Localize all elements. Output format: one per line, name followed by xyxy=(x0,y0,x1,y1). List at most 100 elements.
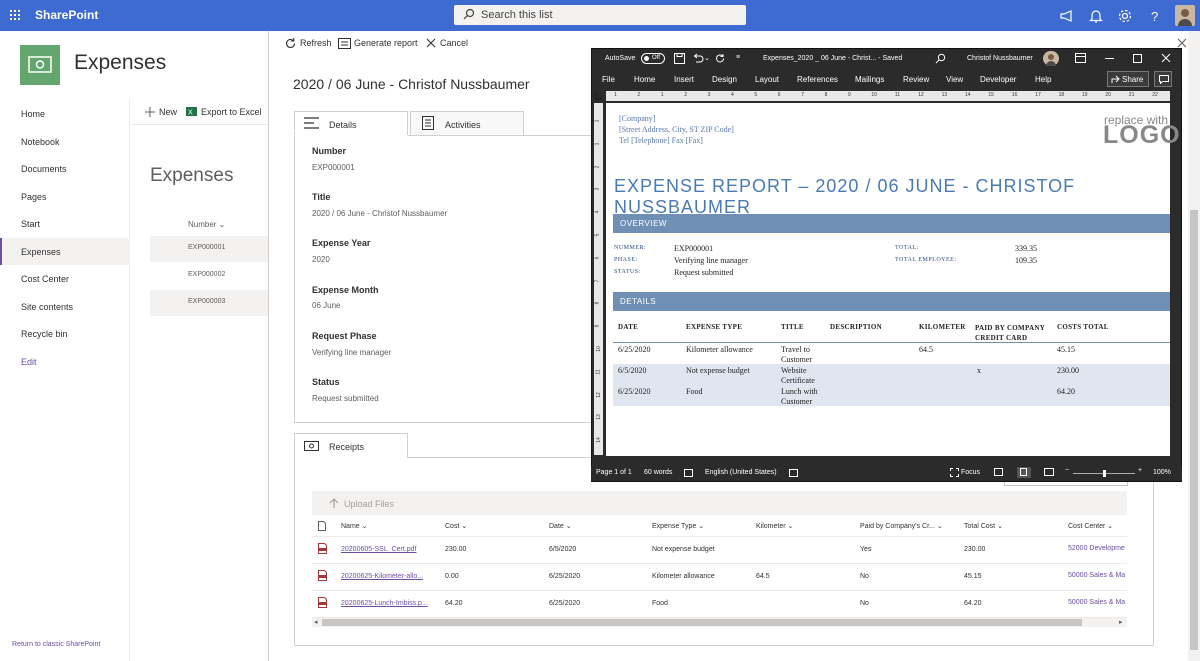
word-close-icon[interactable] xyxy=(1161,53,1171,63)
receipt-file-link[interactable]: 20200625-Kilometer-allo... xyxy=(341,573,423,580)
scroll-left-arrow-icon[interactable]: ◂ xyxy=(314,618,318,626)
cost-center-link[interactable]: 50000 Sales & Ma xyxy=(1068,572,1125,579)
web-layout-icon[interactable] xyxy=(1044,468,1054,476)
table-row[interactable] xyxy=(312,564,1127,591)
focus-button[interactable]: Focus xyxy=(961,469,980,476)
receipt-file-link[interactable]: 20200625-Lunch-Imbiss.p... xyxy=(341,600,428,607)
cell-cost-center[interactable]: 52000 Developme xyxy=(1068,545,1125,552)
cell-name[interactable]: 20200605-SSL_Cert.pdf xyxy=(341,546,417,553)
menu-file[interactable]: File xyxy=(602,75,615,84)
ribbon-display-icon[interactable] xyxy=(1075,53,1086,63)
megaphone-icon[interactable] xyxy=(1057,6,1077,26)
upload-files-button[interactable]: Upload Files xyxy=(344,499,394,509)
menu-mailings[interactable]: Mailings xyxy=(855,75,884,84)
menu-view[interactable]: View xyxy=(946,75,963,84)
receipts-icon xyxy=(304,440,319,452)
menu-developer[interactable]: Developer xyxy=(980,75,1016,84)
column-header-date[interactable]: Date ⌄ xyxy=(549,522,572,530)
nav-item-documents[interactable]: Documents xyxy=(21,164,67,174)
undo-dropdown-icon[interactable]: ⌄ xyxy=(704,54,710,62)
customize-toolbar-icon[interactable]: ≡ xyxy=(736,54,740,61)
app-launcher-icon[interactable] xyxy=(0,0,30,31)
nav-item-pages[interactable]: Pages xyxy=(21,192,47,202)
cancel-button[interactable]: Cancel xyxy=(440,38,468,48)
menu-insert[interactable]: Insert xyxy=(674,75,694,84)
edit-nav-link[interactable]: Edit xyxy=(21,357,37,367)
autosave-toggle[interactable]: Off xyxy=(641,53,665,64)
search-box[interactable]: Search this list xyxy=(454,5,746,25)
list-cell-number[interactable]: EXP000003 xyxy=(188,298,225,305)
undo-icon[interactable] xyxy=(692,53,704,64)
page-count[interactable]: Page 1 of 1 xyxy=(596,469,632,476)
redo-icon[interactable] xyxy=(715,53,726,64)
column-header-paid-by-company[interactable]: Paid by Company's Cr... ⌄ xyxy=(860,522,943,530)
menu-references[interactable]: References xyxy=(797,75,838,84)
column-header-expense-type[interactable]: Expense Type ⌄ xyxy=(652,522,704,530)
nav-item-site-contents[interactable]: Site contents xyxy=(21,302,73,312)
user-avatar[interactable] xyxy=(1175,5,1195,26)
save-icon[interactable] xyxy=(674,53,685,64)
column-header-name[interactable]: Name ⌄ xyxy=(341,522,368,530)
zoom-level[interactable]: 100% xyxy=(1153,469,1171,476)
maximize-icon[interactable] xyxy=(1133,54,1142,63)
cell-date: 6/5/2020 xyxy=(549,546,577,553)
tab-selector-icon[interactable] xyxy=(595,93,602,100)
table-row[interactable] xyxy=(312,537,1127,564)
zoom-in-icon[interactable]: + xyxy=(1138,467,1142,474)
cost-center-link[interactable]: 52000 Developme xyxy=(1068,545,1125,552)
menu-layout[interactable]: Layout xyxy=(755,75,779,84)
export-to-excel-button[interactable]: Export to Excel xyxy=(201,107,262,117)
number-column-header[interactable]: Number ⌄ xyxy=(188,220,225,229)
print-layout-icon[interactable] xyxy=(1017,467,1031,478)
classic-sharepoint-link[interactable]: Return to classic SharePoint xyxy=(12,641,100,648)
proofing-icon[interactable] xyxy=(684,469,693,477)
nav-item-expenses[interactable]: Expenses xyxy=(0,238,130,265)
gear-icon[interactable] xyxy=(1115,6,1135,26)
refresh-button[interactable]: Refresh xyxy=(300,38,332,48)
nav-item-start[interactable]: Start xyxy=(21,219,40,229)
column-header-cost[interactable]: Cost ⌄ xyxy=(445,522,467,530)
share-button[interactable]: Share xyxy=(1107,71,1149,87)
column-header-cost-center[interactable]: Cost Center ⌄ xyxy=(1068,522,1113,530)
help-icon[interactable]: ? xyxy=(1145,6,1165,26)
read-mode-icon[interactable] xyxy=(994,468,1003,476)
horizontal-scrollbar-thumb[interactable] xyxy=(322,619,1082,626)
word-user-avatar[interactable] xyxy=(1043,51,1059,66)
site-title[interactable]: Expenses xyxy=(74,51,166,75)
nav-item-recycle-bin[interactable]: Recycle bin xyxy=(21,329,68,339)
list-cell-number[interactable]: EXP000001 xyxy=(188,244,225,251)
new-button[interactable]: New xyxy=(159,107,177,117)
menu-design[interactable]: Design xyxy=(712,75,737,84)
cell-cost-center[interactable]: 50000 Sales & Ma xyxy=(1068,572,1125,579)
brand-link[interactable]: SharePoint xyxy=(35,8,98,22)
vertical-scrollbar-thumb[interactable] xyxy=(1190,210,1198,650)
zoom-out-icon[interactable]: − xyxy=(1065,467,1069,474)
column-header-total-cost[interactable]: Total Cost ⌄ xyxy=(964,522,1003,530)
receipt-file-link[interactable]: 20200605-SSL_Cert.pdf xyxy=(341,546,417,553)
table-row[interactable] xyxy=(312,591,1127,618)
word-user-name[interactable]: Christof Nussbaumer xyxy=(967,55,1033,62)
word-search-icon[interactable] xyxy=(935,53,946,64)
nav-item-notebook[interactable]: Notebook xyxy=(21,137,60,147)
word-count[interactable]: 60 words xyxy=(644,469,672,476)
language-indicator[interactable]: English (United States) xyxy=(705,469,777,476)
accessibility-icon[interactable] xyxy=(789,469,798,477)
cell-cost-center[interactable]: 50000 Sales & Ma xyxy=(1068,599,1125,606)
panel-close-icon[interactable] xyxy=(1177,38,1187,48)
menu-home[interactable]: Home xyxy=(634,75,655,84)
menu-help[interactable]: Help xyxy=(1035,75,1051,84)
generate-report-button[interactable]: Generate report xyxy=(354,38,418,48)
scroll-right-arrow-icon[interactable]: ▸ xyxy=(1119,618,1123,626)
column-header-kilometer[interactable]: Kilometer ⌄ xyxy=(756,522,793,530)
zoom-slider-thumb[interactable] xyxy=(1103,470,1106,477)
cell-name[interactable]: 20200625-Kilometer-allo... xyxy=(341,573,423,580)
cost-center-link[interactable]: 50000 Sales & Ma xyxy=(1068,599,1125,606)
bell-icon[interactable] xyxy=(1086,6,1106,26)
cell-name[interactable]: 20200625-Lunch-Imbiss.p... xyxy=(341,600,428,607)
minimize-icon[interactable] xyxy=(1105,58,1114,59)
menu-review[interactable]: Review xyxy=(903,75,929,84)
list-cell-number[interactable]: EXP000002 xyxy=(188,271,225,278)
comments-button[interactable] xyxy=(1154,71,1172,87)
nav-item-home[interactable]: Home xyxy=(21,109,45,119)
nav-item-cost-center[interactable]: Cost Center xyxy=(21,274,69,284)
